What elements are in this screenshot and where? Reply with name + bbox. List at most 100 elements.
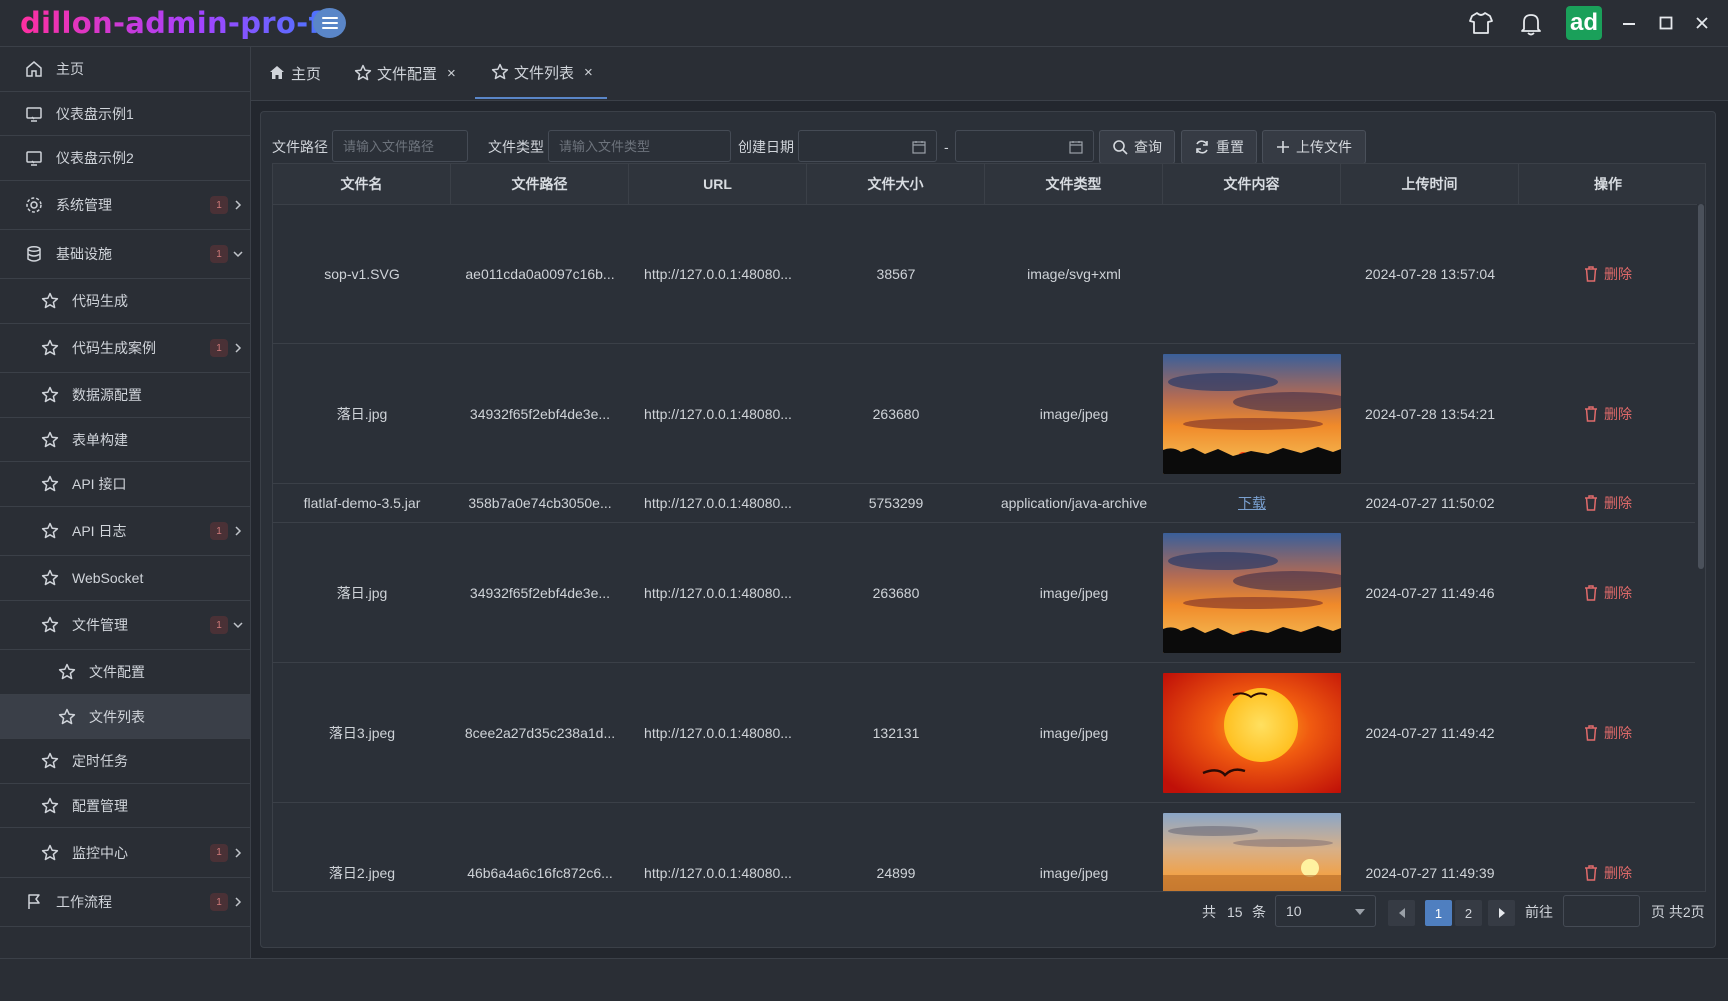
header-cell[interactable]: 文件路径 (451, 164, 629, 204)
table-row[interactable]: 落日2.jpeg 46b6a4a6c16fc872c6... http://12… (273, 803, 1697, 893)
sidebar-item-system[interactable]: 系统管理 1 (0, 181, 250, 230)
page-suffix: 页 共2页 (1651, 904, 1705, 920)
sidebar-item-api[interactable]: API 接口 (0, 462, 250, 507)
menu-toggle-button[interactable] (313, 8, 346, 38)
chevron-right-icon (235, 200, 242, 210)
sidebar-item-label: 文件列表 (89, 708, 145, 725)
tab-file-config[interactable]: 文件配置 × (354, 47, 456, 99)
table-row[interactable]: 落日3.jpeg 8cee2a27d35c238a1d... http://12… (273, 663, 1695, 803)
sidebar-item-file-list[interactable]: 文件列表 (0, 695, 250, 739)
header-cell[interactable]: 文件名 (273, 164, 451, 204)
chevron-right-icon (235, 526, 242, 536)
bell-icon[interactable] (1516, 8, 1546, 38)
trash-icon (1585, 724, 1597, 741)
avatar[interactable]: ad (1566, 6, 1602, 40)
chevron-right-icon (235, 897, 242, 907)
tab-file-list[interactable]: 文件列表 × (475, 47, 607, 99)
star-icon (491, 63, 509, 80)
tab-label: 文件列表 (514, 64, 575, 82)
upload-time: 2024-07-27 11:49:42 (1365, 724, 1495, 741)
page-button-1[interactable]: 1 (1425, 900, 1452, 926)
refresh-icon (1196, 140, 1208, 154)
query-button[interactable]: 查询 (1099, 130, 1175, 164)
sidebar-item-scheduled-tasks[interactable]: 定时任务 (0, 739, 250, 784)
table-row[interactable]: sop-v1.SVG ae011cda0a0097c16b... http://… (273, 204, 1695, 344)
theme-shirt-icon[interactable] (1466, 8, 1496, 38)
delete-button[interactable]: 删除 (1519, 803, 1697, 891)
delete-button[interactable]: 删除 (1519, 663, 1697, 802)
calendar-icon (1069, 141, 1083, 154)
download-link[interactable]: 下载 (1238, 493, 1266, 513)
sidebar-item-monitor-center[interactable]: 监控中心 1 (0, 828, 250, 878)
start-date-input[interactable] (798, 130, 937, 162)
sidebar-item-label: 代码生成 (72, 293, 128, 309)
status-bar (0, 958, 1728, 1001)
goto-page-input[interactable] (1563, 895, 1640, 927)
sidebar-item-config-management[interactable]: 配置管理 (0, 784, 250, 828)
close-icon[interactable] (1689, 10, 1715, 36)
file-path: 358b7a0e74cb3050e... (468, 495, 612, 511)
page-button-2[interactable]: 2 (1455, 900, 1482, 926)
sidebar-item-datasource[interactable]: 数据源配置 (0, 373, 250, 418)
flag-icon (24, 892, 44, 912)
type-input[interactable]: 请输入文件类型 (548, 130, 731, 162)
reset-button[interactable]: 重置 (1181, 130, 1257, 164)
sidebar-item-file-management[interactable]: 文件管理 1 (0, 601, 250, 650)
monitor-icon (24, 104, 44, 124)
sidebar-item-api-log[interactable]: API 日志 1 (0, 507, 250, 556)
tab-close-icon[interactable]: × (584, 64, 593, 81)
header-cell[interactable]: URL (629, 164, 807, 204)
end-date-input[interactable] (955, 130, 1094, 162)
file-name: 落日.jpg (336, 584, 388, 601)
file-url: http://127.0.0.1:48080... (644, 265, 792, 282)
sunset-image[interactable] (1163, 532, 1341, 653)
red-sun-image[interactable] (1163, 672, 1341, 793)
delete-button[interactable]: 删除 (1519, 344, 1697, 483)
header-cell[interactable]: 操作 (1519, 164, 1697, 204)
sidebar-item-codegen[interactable]: 代码生成 (0, 279, 250, 324)
delete-button[interactable]: 删除 (1519, 204, 1697, 343)
star-icon (40, 568, 60, 588)
sidebar-item-websocket[interactable]: WebSocket (0, 556, 250, 601)
next-page-button[interactable] (1488, 900, 1515, 926)
delete-button[interactable]: 删除 (1519, 523, 1697, 662)
table-row[interactable]: 落日.jpg 34932f65f2ebf4de3e... http://127.… (273, 344, 1695, 484)
sidebar-item-home[interactable]: 主页 (0, 47, 250, 92)
delete-button[interactable]: 删除 (1519, 484, 1697, 522)
sidebar-item-dashboard2[interactable]: 仪表盘示例2 (0, 136, 250, 181)
total-prefix: 共 (1202, 904, 1216, 920)
file-url: http://127.0.0.1:48080... (644, 864, 792, 881)
ocean-sunset-image[interactable] (1163, 812, 1341, 893)
sidebar-item-codegen-demo[interactable]: 代码生成案例 1 (0, 324, 250, 373)
tab-close-icon[interactable]: × (447, 65, 456, 82)
table-row[interactable]: 落日.jpg 34932f65f2ebf4de3e... http://127.… (273, 523, 1695, 663)
sidebar-item-workflow[interactable]: 工作流程 1 (0, 878, 250, 927)
maximize-icon[interactable] (1653, 10, 1679, 36)
sidebar-item-form-builder[interactable]: 表单构建 (0, 418, 250, 462)
header-cell[interactable]: 上传时间 (1341, 164, 1519, 204)
header-cell[interactable]: 文件内容 (1163, 164, 1341, 204)
plus-icon (1277, 141, 1289, 153)
tab-home[interactable]: 主页 (269, 47, 321, 99)
sidebar-item-file-config[interactable]: 文件配置 (0, 650, 250, 695)
upload-button[interactable]: 上传文件 (1262, 130, 1366, 164)
sunset-image[interactable] (1163, 353, 1341, 474)
trash-icon (1585, 495, 1597, 511)
file-type: image/jpeg (1039, 405, 1109, 422)
star-icon (354, 64, 372, 81)
header-cell[interactable]: 文件大小 (807, 164, 985, 204)
sidebar-item-infrastructure[interactable]: 基础设施 1 (0, 230, 250, 279)
minimize-icon[interactable] (1616, 10, 1642, 36)
path-label: 文件路径 (272, 139, 328, 155)
file-size: 38567 (876, 265, 916, 282)
header-cell[interactable]: 文件类型 (985, 164, 1163, 204)
sidebar-item-label: 基础设施 (56, 246, 112, 262)
vertical-scrollbar[interactable] (1697, 204, 1705, 891)
scrollbar-thumb[interactable] (1698, 204, 1704, 569)
table-row[interactable]: flatlaf-demo-3.5.jar 358b7a0e74cb3050e..… (273, 484, 1695, 523)
sidebar-item-dashboard1[interactable]: 仪表盘示例1 (0, 92, 250, 136)
prev-page-button[interactable] (1388, 900, 1415, 926)
path-input[interactable]: 请输入文件路径 (332, 130, 468, 162)
database-icon (24, 244, 44, 264)
page-size-select[interactable]: 10 (1275, 895, 1376, 927)
